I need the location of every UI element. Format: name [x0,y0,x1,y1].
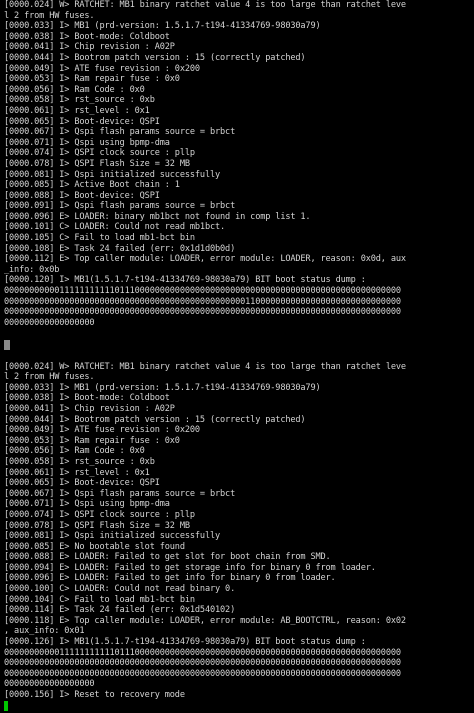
log-line: [0000.024] W> RATCHET: MB1 binary ratche… [4,361,406,372]
log-line: [0000.081] I> Qspi initialized successfu… [4,169,221,180]
log-line: 0000000000000000000000000000000000000000… [4,658,401,669]
log-line: [0000.096] E> LOADER: binary mb1bct not … [4,211,311,222]
log-line: 000000000000000000 [4,679,95,690]
log-line: , aux_info: 0x01 [4,626,85,637]
log-line: [0000.056] I> Ram Code : 0x0 [4,446,145,457]
log-line: [0000.053] I> Ram repair fuse : 0x0 [4,435,180,446]
log-line: 000000000000000000 [4,317,95,328]
log-line: [0000.071] I> Qspi using bpmp-dma [4,137,170,148]
prompt-cursor-icon[interactable] [4,700,8,711]
log-line: l 2 from HW fuses. [4,372,95,383]
boot-log-block-1: [0000.024] W> RATCHET: MB1 binary ratche… [4,0,474,328]
log-line: [0000.088] I> Boot-device: QSPI [4,190,160,201]
log-line: [0000.074] I> QSPI clock source : pllp [4,509,195,520]
log-line: [0000.067] I> Qspi flash params source =… [4,488,236,499]
log-line: [0000.081] I> Qspi initialized successfu… [4,531,221,542]
log-line: [0000.114] E> Task 24 failed (err: 0x1d5… [4,605,236,616]
cursor-line-2[interactable] [4,700,474,713]
log-line: [0000.078] I> QSPI Flash Size = 32 MB [4,158,190,169]
log-line: [0000.094] E> LOADER: Failed to get stor… [4,562,376,573]
log-line: 0000000000000000000000000000000000000000… [4,307,401,318]
log-line: 0000000000011111111111011100000000000000… [4,286,401,297]
boot-log-block-2: [0000.024] W> RATCHET: MB1 binary ratche… [4,362,474,701]
log-line: [0000.049] I> ATE fuse revision : 0x200 [4,425,200,436]
log-line: l 2 from HW fuses. [4,10,95,21]
log-line: [0000.101] C> LOADER: Could not read mb1… [4,222,226,233]
log-line: [0000.108] E> Task 24 failed (err: 0x1d1… [4,243,236,254]
log-line: [0000.056] I> Ram Code : 0x0 [4,84,145,95]
log-line: [0000.041] I> Chip revision : A02P [4,403,175,414]
log-line: [0000.058] I> rst_source : 0xb [4,456,155,467]
log-line: [0000.061] I> rst_level : 0x1 [4,467,150,478]
log-line: [0000.024] W> RATCHET: MB1 binary ratche… [4,0,406,10]
log-line: [0000.053] I> Ram repair fuse : 0x0 [4,74,180,85]
log-line: [0000.071] I> Qspi using bpmp-dma [4,499,170,510]
log-line: 0000000000011111111111011100000000000000… [4,647,401,658]
log-line: [0000.091] I> Qspi flash params source =… [4,201,236,212]
log-line: _info: 0x0b [4,264,60,275]
log-line: [0000.104] C> Fail to load mb1-bct bin [4,594,195,605]
log-line: [0000.074] I> QSPI clock source : pllp [4,148,195,159]
log-line: [0000.088] E> LOADER: Failed to get slot… [4,552,331,563]
log-line: [0000.096] E> LOADER: Failed to get info… [4,573,336,584]
log-line: [0000.085] I> Active Boot chain : 1 [4,180,180,191]
cursor-line-1 [4,339,474,351]
log-line: [0000.065] I> Boot-device: QSPI [4,116,160,127]
log-line: [0000.078] I> QSPI Flash Size = 32 MB [4,520,190,531]
log-line: [0000.044] I> Bootrom patch version : 15… [4,414,306,425]
log-line: [0000.038] I> Boot-mode: Coldboot [4,31,170,42]
log-line: [0000.038] I> Boot-mode: Coldboot [4,393,170,404]
log-line: [0000.061] I> rst_level : 0x1 [4,105,150,116]
block-cursor-icon [4,340,10,350]
log-line: 0000000000000000000000000000000000000000… [4,296,401,307]
log-line: [0000.033] I> MB1 (prd-version: 1.5.1.7-… [4,21,321,32]
log-line: [0000.041] I> Chip revision : A02P [4,42,175,53]
log-line: [0000.065] I> Boot-device: QSPI [4,478,160,489]
terminal-window[interactable]: [0000.024] W> RATCHET: MB1 binary ratche… [0,0,474,713]
log-line: 0000000000000000000000000000000000000000… [4,668,401,679]
log-line: [0000.156] I> Reset to recovery mode [4,690,185,700]
log-line: [0000.126] I> MB1(1.5.1.7-t194-41334769-… [4,637,366,648]
log-line: [0000.058] I> rst_source : 0xb [4,95,155,106]
log-line: [0000.049] I> ATE fuse revision : 0x200 [4,63,200,74]
log-line: [0000.085] E> No bootable slot found [4,541,185,552]
log-line: [0000.112] E> Top caller module: LOADER,… [4,254,406,265]
log-line: [0000.118] E> Top caller module: LOADER,… [4,615,406,626]
log-line: [0000.033] I> MB1 (prd-version: 1.5.1.7-… [4,382,321,393]
log-line: [0000.044] I> Bootrom patch version : 15… [4,52,306,63]
log-line: [0000.067] I> Qspi flash params source =… [4,127,236,138]
log-line: [0000.105] C> Fail to load mb1-bct bin [4,233,195,244]
log-line: [0000.100] C> LOADER: Could not read bin… [4,584,236,595]
log-line: [0000.120] I> MB1(1.5.1.7-t194-41334769-… [4,275,366,286]
